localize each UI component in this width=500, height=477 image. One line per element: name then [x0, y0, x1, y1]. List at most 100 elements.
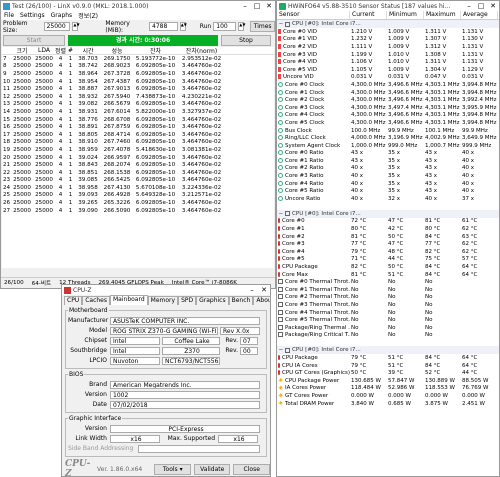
table-row[interactable]: 24 25000 25000 4 1 38.958 267.4130 5.670108e-10…	[2, 184, 274, 192]
hwinfo-title-bar[interactable]: HWiNFO64 v5.88-3510 Sensor Status [187 v…	[277, 1, 499, 11]
column-header[interactable]: LDA	[33, 47, 55, 54]
table-row[interactable]: 10 25000 25000 4 1 38.954 267.4387 6.092805e-10…	[2, 78, 274, 86]
table-row[interactable]: 7 25000 25000 4 1 38.703 269.1750 5.193772e-10 2…	[2, 55, 274, 63]
memory-input[interactable]: 4788	[149, 22, 178, 31]
menu-item[interactable]: File	[4, 12, 14, 19]
sensor-row[interactable]: Core #2 Clock 4,300.0 MHz 3,496.6 MHz 4,303…	[277, 96, 499, 104]
sensor-row[interactable]: Core #4 Clock 4,300.0 MHz 3,496.6 MHz 4,303…	[277, 112, 499, 120]
sensor-row[interactable]: Uncore VID 0.031 V 0.031 V 0.047 V 0.031 V	[277, 74, 499, 82]
minimize-icon[interactable]: –	[246, 286, 258, 294]
column-header[interactable]: Current	[350, 11, 387, 19]
sensor-row[interactable]: CPU GT Cores (Graphics) 50 °C 39 °C 52 °C 44…	[277, 369, 499, 377]
sensor-row[interactable]: Core #0 72 °C 47 °C 81 °C 61 °C	[277, 218, 499, 226]
sensor-row[interactable]: Package/Ring Thermal ... No No No	[277, 324, 499, 332]
minimize-icon[interactable]: –	[239, 2, 251, 10]
sensor-row[interactable]: Core #1 Ratio 43 x 35 x 43 x 40 x	[277, 157, 499, 165]
minimize-icon[interactable]: –	[463, 2, 475, 10]
sensor-group-header[interactable]: − CPU [#0]: Intel Core i7...	[277, 209, 499, 218]
tab-graphics[interactable]: Graphics	[196, 296, 229, 305]
sensor-row[interactable]: CPU Package 82 °C 50 °C 84 °C 64 °C	[277, 263, 499, 271]
sensor-row[interactable]: Core Max 81 °C 51 °C 84 °C 64 °C	[277, 271, 499, 279]
sensor-row[interactable]: Total DRAM Power 3.840 W 0.685 W 3.875 W 2.4…	[277, 400, 499, 408]
sensor-group-header[interactable]: − CPU [#0]: Intel Core i7...	[277, 20, 499, 28]
table-row[interactable]: 19 25000 25000 4 1 38.959 267.4078 5.418630e-10…	[2, 146, 274, 154]
table-row[interactable]: 26 25000 25000 4 1 39.265 265.3226 6.092805e-10…	[2, 199, 274, 207]
memory-spinner[interactable]: ▲▼	[179, 22, 187, 31]
sensor-row[interactable]: Core #4 79 °C 48 °C 82 °C 62 °C	[277, 248, 499, 256]
table-row[interactable]: 20 25000 25000 4 1 39.024 266.9597 6.092805e-10…	[2, 154, 274, 162]
sensor-row[interactable]: Core #0 Ratio 43 x 35 x 43 x 40 x	[277, 150, 499, 158]
sensor-row[interactable]: Ring/LLC Clock 4,000.0 MHz 3,196.9 MHz 4,00…	[277, 134, 499, 142]
sensor-row[interactable]: Core #3 Clock 4,300.0 MHz 3,497.4 MHz 4,303…	[277, 104, 499, 112]
menu-item[interactable]: Graphs	[51, 12, 73, 19]
column-header[interactable]: Maximum	[424, 11, 461, 19]
close-icon[interactable]: ✕	[258, 286, 270, 294]
sensor-row[interactable]: Core #5 Clock 4,300.0 MHz 3,496.6 MHz 4,303…	[277, 119, 499, 127]
sensor-row[interactable]: Core #2 VID 1.111 V 1.009 V 1.312 V 1.131 V	[277, 43, 499, 51]
cpuz-title-bar[interactable]: CPU-Z – ✕	[62, 285, 270, 295]
table-row[interactable]: 18 25000 25000 4 1 38.910 267.7460 6.092805e-10…	[2, 139, 274, 147]
stop-button[interactable]: Stop	[221, 34, 271, 46]
problem-size-spinner[interactable]: ▲▼	[72, 22, 80, 31]
sensor-row[interactable]: Core #4 VID 1.106 V 1.010 V 1.311 V 1.131 V	[277, 58, 499, 66]
maximize-icon[interactable]: □	[475, 2, 487, 10]
sensor-row[interactable]: Core #4 Thermal Throt... No No No	[277, 309, 499, 317]
sensor-row[interactable]: Core #2 81 °C 50 °C 84 °C 63 °C	[277, 233, 499, 241]
column-header[interactable]: Minimum	[387, 11, 424, 19]
sensor-row[interactable]: System Agent Clock 1,000.0 MHz 999.0 MHz 1,…	[277, 142, 499, 150]
table-row[interactable]: 21 25000 25000 4 1 38.843 268.2074 6.092805e-10…	[2, 161, 274, 169]
tools-button[interactable]: Tools ▾	[154, 463, 191, 475]
collapse-icon[interactable]: −	[277, 21, 285, 27]
column-header[interactable]: #	[66, 47, 75, 54]
column-header[interactable]: 정렬	[55, 47, 66, 54]
start-button[interactable]: Start	[3, 34, 65, 46]
column-header[interactable]: 잔차	[133, 47, 178, 54]
table-row[interactable]: 13 25000 25000 4 1 39.082 266.5679 6.092805e-10…	[2, 101, 274, 109]
sensor-row[interactable]: CPU Package 79 °C 51 °C 84 °C 64 °C	[277, 354, 499, 362]
maximize-icon[interactable]: □	[251, 2, 263, 10]
sensor-row[interactable]: GT Cores Power 0.000 W 0.000 W 0.000 W 0.000…	[277, 392, 499, 400]
table-row[interactable]: 12 25000 25000 4 1 38.932 267.5940 7.438873e-10…	[2, 93, 274, 101]
tab-mainboard[interactable]: Mainboard	[110, 295, 148, 305]
sensor-row[interactable]: Core #1 Clock 4,300.0 MHz 3,496.6 MHz 4,303…	[277, 89, 499, 97]
sensor-row[interactable]: Uncore Ratio 40 x 32 x 40 x 37 x	[277, 195, 499, 203]
tab-memory[interactable]: Memory	[147, 296, 179, 305]
sensor-row[interactable]: Core #5 Ratio 40 x 35 x 43 x 40 x	[277, 187, 499, 195]
table-row[interactable]: 9 25000 25000 4 1 38.964 267.3728 6.092805e-10 3…	[2, 70, 274, 78]
table-row[interactable]: 23 25000 25000 4 1 39.085 266.5425 6.092805e-10…	[2, 177, 274, 185]
table-row[interactable]: 17 25000 25000 4 1 38.805 268.4714 6.092805e-10…	[2, 131, 274, 139]
table-row[interactable]: 22 25000 25000 4 1 38.851 268.1538 6.092805e-10…	[2, 169, 274, 177]
tab-bench[interactable]: Bench	[228, 296, 254, 305]
sensor-row[interactable]: Core #3 Ratio 40 x 35 x 43 x 40 x	[277, 172, 499, 180]
collapse-icon[interactable]: −	[277, 347, 285, 353]
sensor-group-header[interactable]: − CPU [#0]: Intel Core i7...	[277, 346, 499, 355]
table-row[interactable]: 25 25000 25000 4 1 39.093 266.4928 5.649328e-10…	[2, 192, 274, 200]
tab-about[interactable]: About	[253, 296, 270, 305]
sensor-row[interactable]: CPU IA Cores 79 °C 51 °C 84 °C 64 °C	[277, 362, 499, 370]
sensor-row[interactable]: Core #0 Clock 4,300.0 MHz 3,496.6 MHz 4,303…	[277, 81, 499, 89]
tab-caches[interactable]: Caches	[82, 296, 110, 305]
table-row[interactable]: 11 25000 25000 4 1 38.887 267.9013 6.092805e-10…	[2, 85, 274, 93]
sensor-row[interactable]: Core #5 71 °C 44 °C 75 °C 57 °C	[277, 256, 499, 264]
sensor-row[interactable]: Core #4 Ratio 40 x 35 x 43 x 40 x	[277, 180, 499, 188]
sensor-row[interactable]: Core #1 Thermal Throt... No No No	[277, 286, 499, 294]
sensor-row[interactable]: Core #1 VID 1.232 V 1.009 V 1.307 V 1.130 V	[277, 36, 499, 44]
sensor-row[interactable]: Core #5 Thermal Throt... No No No	[277, 316, 499, 324]
column-header[interactable]: Average	[461, 11, 498, 19]
sensor-row[interactable]: Core #2 Thermal Throt... No No No	[277, 294, 499, 302]
sensor-row[interactable]: CPU Package Power 130.685 W 57.847 W 130.88…	[277, 377, 499, 385]
close-icon[interactable]: ✕	[263, 2, 275, 10]
table-row[interactable]: 14 25000 25000 4 1 38.931 267.6014 5.822000e-10…	[2, 108, 274, 116]
sensor-row[interactable]: Package/Ring Critical T... No No No	[277, 332, 499, 340]
collapse-icon[interactable]: −	[277, 211, 285, 217]
linx-title-bar[interactable]: Test (26/100) - LinX v0.9.0 (MKL: 2018.1…	[1, 1, 275, 11]
tab-cpu[interactable]: CPU	[64, 296, 83, 305]
column-header[interactable]: 시간	[75, 47, 101, 54]
run-input[interactable]: 100	[213, 22, 237, 31]
table-row[interactable]: 27 25000 25000 4 1 39.090 266.5090 6.092805e-10…	[2, 207, 274, 215]
table-row[interactable]: 15 25000 25000 4 1 38.776 268.6708 6.092805e-10…	[2, 116, 274, 124]
sensor-row[interactable]: Core #0 VID 1.210 V 1.009 V 1.311 V 1.131 V	[277, 28, 499, 36]
column-header[interactable]: 잔차(norm)	[178, 47, 225, 54]
column-header[interactable]: Sensor	[277, 11, 350, 19]
close-icon[interactable]: ✕	[487, 2, 499, 10]
